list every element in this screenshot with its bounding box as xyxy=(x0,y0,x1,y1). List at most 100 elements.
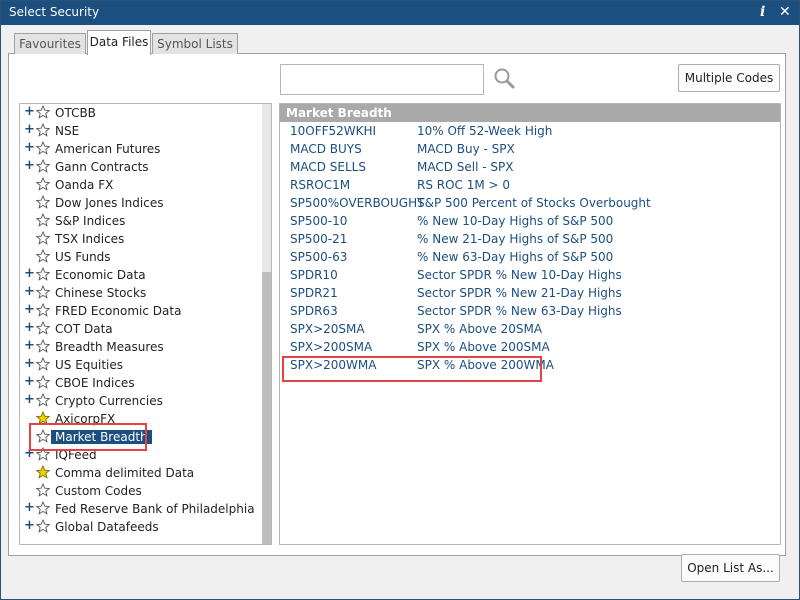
list-item[interactable]: MACD SELLS MACD Sell - SPX xyxy=(280,159,780,177)
tree-item[interactable]: + OTCBB xyxy=(20,105,260,123)
tree-item[interactable]: TSX Indices xyxy=(20,231,260,249)
favourite-star-icon[interactable] xyxy=(36,123,50,137)
list-item[interactable]: SP500-63 % New 63-Day Highs of S&P 500 xyxy=(280,249,780,267)
security-code: SPX>200SMA xyxy=(290,340,373,354)
search-icon[interactable] xyxy=(492,66,516,90)
close-icon[interactable]: ✕ xyxy=(779,4,791,20)
search-input[interactable] xyxy=(280,64,484,95)
favourite-star-icon[interactable] xyxy=(36,393,50,407)
expand-plus-icon[interactable]: + xyxy=(24,285,35,298)
tree-item[interactable]: Comma delimited Data xyxy=(20,465,260,483)
tree-item[interactable]: + IQFeed xyxy=(20,447,260,465)
expand-plus-icon[interactable]: + xyxy=(24,123,35,136)
security-description: MACD Buy - SPX xyxy=(417,142,515,156)
favourite-star-icon[interactable] xyxy=(36,339,50,353)
expand-plus-icon[interactable]: + xyxy=(24,267,35,280)
favourite-star-icon[interactable] xyxy=(36,231,50,245)
data-file-tree: + OTCBB + NSE + American Futures + Gann Contrac… xyxy=(19,103,272,545)
security-list: Market Breadth 10OFF52WKHI 10% Off 52-Wee… xyxy=(279,103,781,545)
tree-item[interactable]: Dow Jones Indices xyxy=(20,195,260,213)
tree-item-label: Chinese Stocks xyxy=(55,286,147,300)
list-header: Market Breadth xyxy=(280,104,780,122)
tree-item[interactable]: US Funds xyxy=(20,249,260,267)
list-item[interactable]: 10OFF52WKHI 10% Off 52-Week High xyxy=(280,123,780,141)
tree-item[interactable]: AxicorpFX xyxy=(20,411,260,429)
tree-item[interactable]: + Breadth Measures xyxy=(20,339,260,357)
list-item[interactable]: SP500-21 % New 21-Day Highs of S&P 500 xyxy=(280,231,780,249)
favourite-star-icon[interactable] xyxy=(36,375,50,389)
tree-item-label: Fed Reserve Bank of Philadelphia xyxy=(55,502,255,516)
favourite-star-icon[interactable] xyxy=(36,285,50,299)
list-item[interactable]: SPX>20SMA SPX % Above 20SMA xyxy=(280,321,780,339)
favourite-star-icon[interactable] xyxy=(36,483,50,497)
list-item[interactable]: SP500-10 % New 10-Day Highs of S&P 500 xyxy=(280,213,780,231)
favourite-star-icon[interactable] xyxy=(36,267,50,281)
favourite-star-icon[interactable] xyxy=(36,357,50,371)
favourite-star-icon[interactable] xyxy=(36,519,50,533)
tree-item-label: COT Data xyxy=(55,322,113,336)
favourite-star-filled-icon[interactable] xyxy=(36,465,50,479)
list-item[interactable]: SPDR63 Sector SPDR % New 63-Day Highs xyxy=(280,303,780,321)
favourite-star-icon[interactable] xyxy=(36,429,50,443)
favourite-star-icon[interactable] xyxy=(36,501,50,515)
tree-item[interactable]: + Economic Data xyxy=(20,267,260,285)
tree-item[interactable]: + Global Datafeeds xyxy=(20,519,260,537)
tree-item[interactable]: + Fed Reserve Bank of Philadelphia xyxy=(20,501,260,519)
tree-item[interactable]: + CBOE Indices xyxy=(20,375,260,393)
expand-plus-icon[interactable]: + xyxy=(24,321,35,334)
favourite-star-icon[interactable] xyxy=(36,213,50,227)
window-title: Select Security xyxy=(9,5,100,19)
info-icon[interactable]: i xyxy=(760,4,765,20)
tree-item-label: Oanda FX xyxy=(55,178,114,192)
favourite-star-icon[interactable] xyxy=(36,303,50,317)
tab-data-files[interactable]: Data Files xyxy=(87,30,151,55)
tree-item[interactable]: Custom Codes xyxy=(20,483,260,501)
expand-plus-icon[interactable]: + xyxy=(24,501,35,514)
list-item[interactable]: SPDR10 Sector SPDR % New 10-Day Highs xyxy=(280,267,780,285)
favourite-star-icon[interactable] xyxy=(36,105,50,119)
tree-scrollbar-thumb[interactable] xyxy=(262,272,271,544)
favourite-star-filled-icon[interactable] xyxy=(36,411,50,425)
list-item[interactable]: MACD BUYS MACD Buy - SPX xyxy=(280,141,780,159)
security-description: Sector SPDR % New 10-Day Highs xyxy=(417,268,622,282)
tree-item[interactable]: + COT Data xyxy=(20,321,260,339)
security-description: Sector SPDR % New 21-Day Highs xyxy=(417,286,622,300)
list-item[interactable]: SP500%OVERBOUGHT S&P 500 Percent of Stock… xyxy=(280,195,780,213)
favourite-star-icon[interactable] xyxy=(36,447,50,461)
list-item[interactable]: SPX>200SMA SPX % Above 200SMA xyxy=(280,339,780,357)
tree-item[interactable]: + Chinese Stocks xyxy=(20,285,260,303)
expand-plus-icon[interactable]: + xyxy=(24,105,35,118)
expand-plus-icon[interactable]: + xyxy=(24,357,35,370)
tree-item[interactable]: + NSE xyxy=(20,123,260,141)
tab-symbol-lists[interactable]: Symbol Lists xyxy=(152,33,238,54)
expand-plus-icon[interactable]: + xyxy=(24,159,35,172)
expand-plus-icon[interactable]: + xyxy=(24,393,35,406)
tree-item[interactable]: + American Futures xyxy=(20,141,260,159)
list-item[interactable]: RSROC1M RS ROC 1M > 0 xyxy=(280,177,780,195)
favourite-star-icon[interactable] xyxy=(36,195,50,209)
expand-plus-icon[interactable]: + xyxy=(24,519,35,532)
favourite-star-icon[interactable] xyxy=(36,159,50,173)
expand-plus-icon[interactable]: + xyxy=(24,447,35,460)
tree-item[interactable]: + US Equities xyxy=(20,357,260,375)
tree-item-label: Gann Contracts xyxy=(55,160,149,174)
open-list-as-button[interactable]: Open List As... xyxy=(681,554,780,582)
tree-item[interactable]: + FRED Economic Data xyxy=(20,303,260,321)
favourite-star-icon[interactable] xyxy=(36,141,50,155)
tree-item[interactable]: Oanda FX xyxy=(20,177,260,195)
list-item[interactable]: SPDR21 Sector SPDR % New 21-Day Highs xyxy=(280,285,780,303)
favourite-star-icon[interactable] xyxy=(36,177,50,191)
expand-plus-icon[interactable]: + xyxy=(24,141,35,154)
tree-item[interactable]: + Crypto Currencies xyxy=(20,393,260,411)
favourite-star-icon[interactable] xyxy=(36,249,50,263)
tree-item[interactable]: + Gann Contracts xyxy=(20,159,260,177)
expand-plus-icon[interactable]: + xyxy=(24,303,35,316)
list-item[interactable]: SPX>200WMA SPX % Above 200WMA xyxy=(280,357,780,375)
tree-item[interactable]: S&P Indices xyxy=(20,213,260,231)
tab-favourites[interactable]: Favourites xyxy=(14,33,86,54)
expand-plus-icon[interactable]: + xyxy=(24,339,35,352)
expand-plus-icon[interactable]: + xyxy=(24,375,35,388)
tree-item[interactable]: Market Breadth xyxy=(20,429,260,447)
favourite-star-icon[interactable] xyxy=(36,321,50,335)
multiple-codes-button[interactable]: Multiple Codes xyxy=(678,64,780,92)
